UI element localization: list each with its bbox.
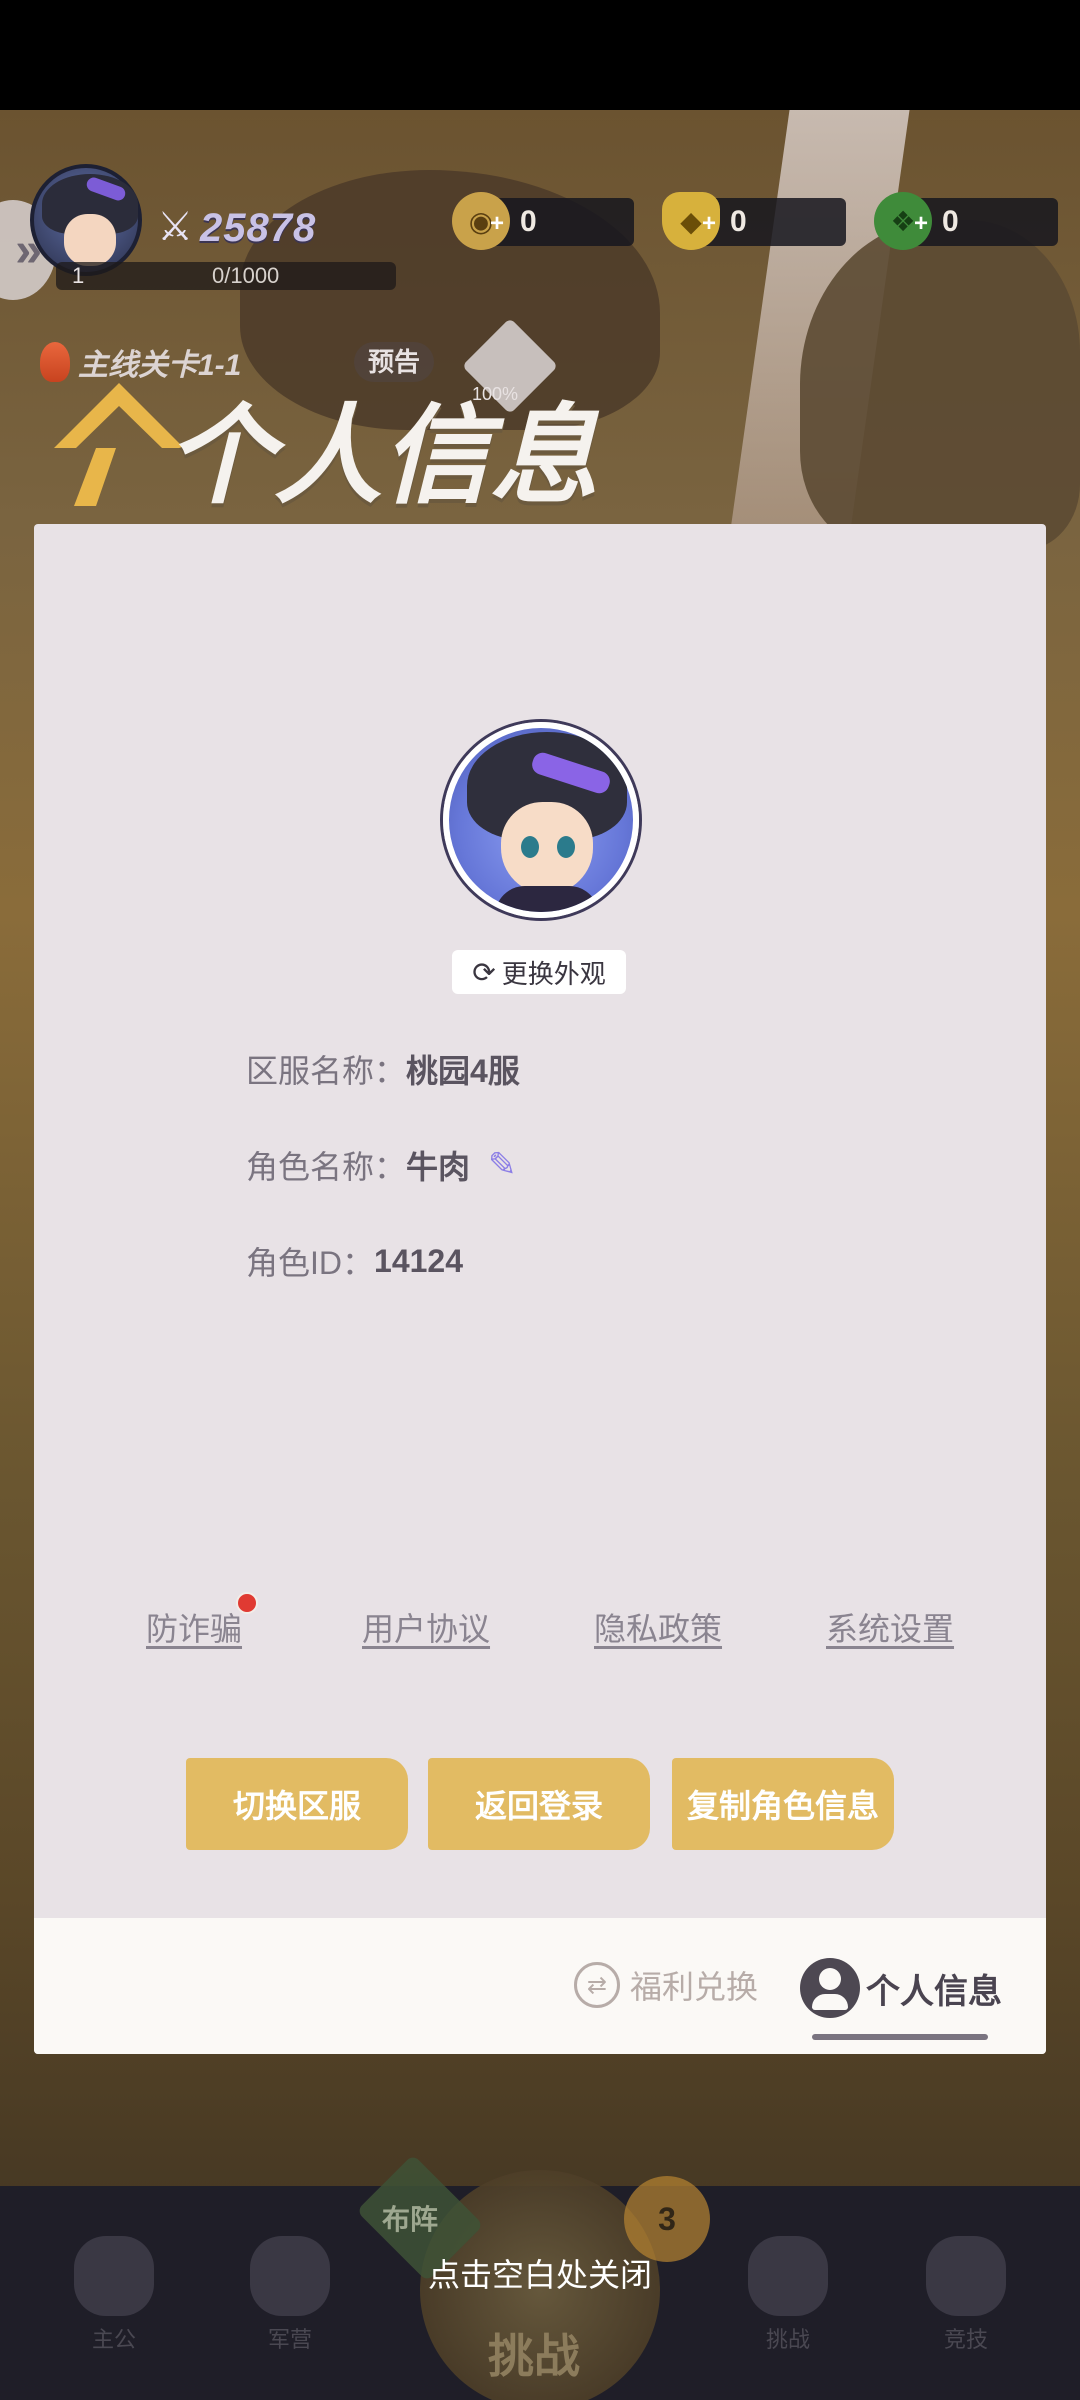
- role-id-row: 角色ID： 14124: [246, 1238, 463, 1284]
- exchange-icon: ⇄: [574, 1962, 620, 2008]
- background-rock: [800, 220, 1080, 550]
- return-login-button[interactable]: 返回登录: [428, 1758, 650, 1850]
- server-label: 区服名称：: [246, 1053, 407, 1089]
- currency-copper-value: 0: [520, 205, 537, 238]
- server-value: 桃园4服: [406, 1053, 520, 1089]
- system-settings-link[interactable]: 系统设置: [826, 1604, 954, 1650]
- change-appearance-label: 更换外观: [501, 958, 606, 989]
- challenge-center-label: 挑战: [488, 2330, 580, 2382]
- currency-gold-value: 0: [730, 205, 747, 238]
- exp-text: 0/1000: [212, 263, 280, 288]
- player-level: 1: [72, 263, 85, 288]
- user-agreement-link[interactable]: 用户协议: [362, 1604, 490, 1650]
- role-id-label: 角色ID：: [246, 1245, 375, 1281]
- server-row: 区服名称： 桃园4服: [246, 1046, 520, 1092]
- player-avatar[interactable]: [443, 722, 639, 918]
- tab-personal-info[interactable]: 个人信息: [800, 1958, 1002, 2018]
- role-name-row: 角色名称： 牛肉 ✎: [246, 1142, 517, 1188]
- refresh-icon: ⟳: [472, 956, 496, 988]
- anti-fraud-link[interactable]: 防诈骗: [146, 1604, 242, 1650]
- status-bar: [0, 0, 1080, 110]
- crossed-swords-icon: ⚔: [157, 205, 193, 249]
- active-tab-indicator: [812, 2034, 988, 2040]
- privacy-policy-link[interactable]: 隐私政策: [594, 1604, 722, 1650]
- nav-challenge-label: 挑战: [765, 2327, 810, 2352]
- nav-barracks-label: 军营: [267, 2327, 312, 2352]
- change-appearance-button[interactable]: ⟳ 更换外观: [452, 950, 626, 994]
- modal-title: 个 个人信息: [36, 356, 598, 516]
- person-icon: [800, 1958, 860, 2018]
- notification-dot: [236, 1592, 258, 1614]
- currency-jade-value: 0: [942, 205, 959, 238]
- nav-arena-label: 竞技: [943, 2327, 988, 2352]
- tab-welfare-exchange[interactable]: ⇄ 福利兑换: [574, 1962, 758, 2008]
- tab-welfare-label: 福利兑换: [630, 1969, 759, 2005]
- edit-icon[interactable]: ✎: [488, 1145, 517, 1185]
- tab-personal-label: 个人信息: [866, 1972, 1002, 2011]
- close-hint: 点击空白处关闭: [427, 2257, 652, 2293]
- modal-title-text: 个人信息: [166, 395, 599, 516]
- role-name-label: 角色名称：: [246, 1149, 407, 1185]
- nav-lord-label: 主公: [91, 2327, 136, 2352]
- copy-role-info-button[interactable]: 复制角色信息: [672, 1758, 894, 1850]
- switch-server-button[interactable]: 切换区服: [186, 1758, 408, 1850]
- role-name-value: 牛肉: [406, 1149, 471, 1185]
- hud-avatar[interactable]: [30, 164, 142, 276]
- combat-power: 25878: [200, 206, 317, 250]
- role-id-value: 14124: [374, 1242, 463, 1279]
- formation-label: 布阵: [382, 2204, 439, 2235]
